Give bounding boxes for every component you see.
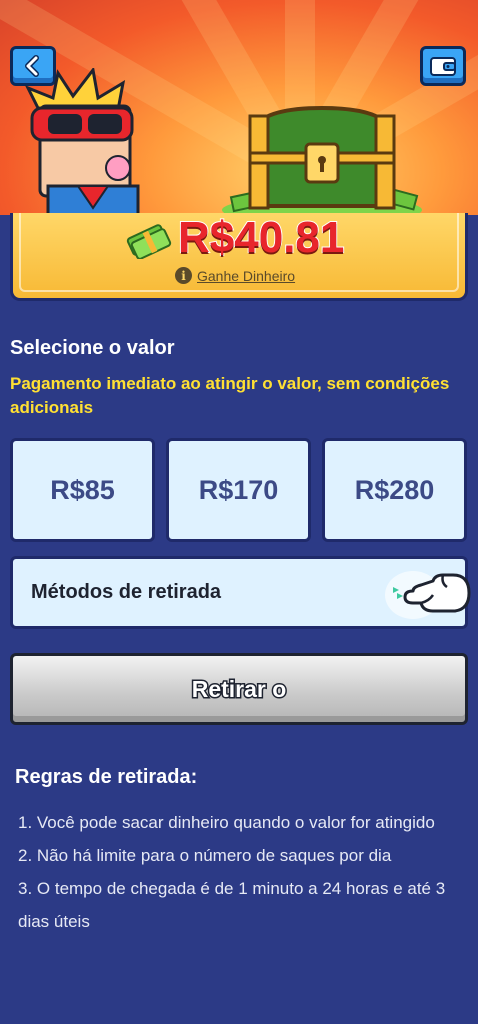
- character-mascot: [24, 68, 140, 215]
- treasure-chest: [222, 105, 422, 215]
- pointing-hand-icon: [385, 571, 471, 619]
- wallet-button[interactable]: [420, 46, 466, 86]
- earn-money-label: Ganhe Dinheiro: [197, 267, 296, 284]
- select-value-title: Selecione o valor: [10, 337, 175, 359]
- wallet-icon: [430, 57, 456, 76]
- withdrawal-methods-selector[interactable]: Métodos de retirada: [10, 556, 471, 629]
- hero-banner: [0, 0, 478, 215]
- rule-item: 2. Não há limite para o número de saques…: [18, 846, 392, 865]
- withdrawal-rules-list: 1. Você pode sacar dinheiro quando o val…: [18, 806, 468, 938]
- rule-item: 3. O tempo de chegada é de 1 minuto a 24…: [18, 879, 446, 931]
- value-option-280[interactable]: R$280: [322, 438, 467, 542]
- balance-amount: R$40.81: [177, 212, 345, 263]
- balance-card: R$40.81 i Ganhe Dinheiro: [10, 212, 468, 301]
- info-icon: i: [175, 267, 192, 284]
- withdrawal-methods-label: Métodos de retirada: [31, 581, 222, 603]
- earn-money-link[interactable]: i Ganhe Dinheiro: [175, 267, 295, 284]
- rule-item: 1. Você pode sacar dinheiro quando o val…: [18, 813, 435, 832]
- withdraw-button-label: Retirar o: [190, 674, 288, 703]
- value-option-85[interactable]: R$85: [10, 438, 155, 542]
- withdrawal-rules-title: Regras de retirada:: [15, 766, 198, 788]
- cash-stack-icon: [126, 224, 172, 259]
- select-value-subtitle: Pagamento imediato ao atingir o valor, s…: [10, 374, 450, 417]
- value-option-170[interactable]: R$170: [166, 438, 311, 542]
- withdraw-button[interactable]: Retirar o: [10, 653, 468, 725]
